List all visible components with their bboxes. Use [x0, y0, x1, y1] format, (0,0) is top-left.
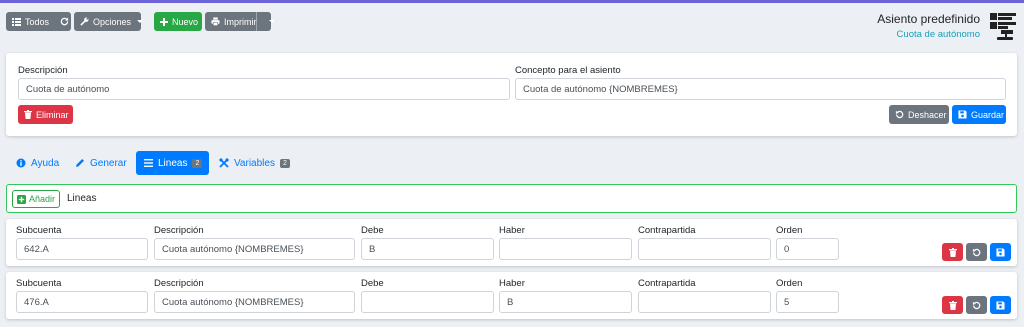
- order-label: Orden: [776, 225, 803, 236]
- list-icon: [12, 17, 21, 26]
- plus-icon: [160, 17, 168, 26]
- new-button-label: Nuevo: [172, 16, 199, 27]
- order-input[interactable]: 5: [776, 291, 839, 313]
- floppy-icon: [958, 110, 967, 119]
- wrench-icon: [80, 17, 89, 26]
- caret-down-icon: [137, 20, 144, 23]
- undo-line-button[interactable]: [966, 243, 987, 261]
- print-button-label: Imprimir: [224, 16, 257, 27]
- delete-button[interactable]: Eliminar: [18, 105, 73, 124]
- trash-icon: [24, 110, 32, 119]
- lines-header-bar: Añadir Lineas: [6, 184, 1017, 213]
- credit-label: Haber: [499, 225, 525, 236]
- concept-input[interactable]: Cuota de autónomo {NOMBREMES}: [515, 78, 1006, 100]
- page-subtitle: Cuota de autónomo: [896, 29, 980, 40]
- save-button[interactable]: Guardar: [952, 105, 1006, 124]
- plus-square-icon: [17, 194, 26, 204]
- tab-generate[interactable]: Generar: [67, 151, 135, 175]
- page-title: Asiento predefinido: [877, 12, 980, 26]
- credit-label: Haber: [499, 278, 525, 289]
- save-line-button[interactable]: [990, 296, 1011, 314]
- new-button[interactable]: Nuevo: [154, 12, 202, 31]
- tab-variables[interactable]: Variables 2: [211, 151, 298, 175]
- all-button[interactable]: Todos: [6, 12, 71, 31]
- top-accent-bar: [0, 0, 1024, 3]
- tab-help[interactable]: Ayuda: [8, 151, 67, 175]
- tab-help-label: Ayuda: [31, 157, 60, 169]
- undo-icon: [895, 110, 904, 119]
- line-description-label: Descripción: [154, 278, 204, 289]
- tab-lines-label: Lineas: [158, 157, 188, 169]
- tab-generate-label: Generar: [90, 157, 127, 169]
- list-lines-icon: [144, 159, 153, 167]
- floppy-icon: [996, 300, 1005, 310]
- info-icon: [16, 158, 26, 168]
- subaccount-label: Subcuenta: [16, 225, 62, 236]
- delete-line-button[interactable]: [942, 243, 963, 261]
- order-label: Orden: [776, 278, 803, 289]
- counterpart-label: Contrapartida: [638, 225, 696, 236]
- add-line-label: Añadir: [29, 194, 56, 204]
- debit-input[interactable]: [361, 291, 494, 313]
- line-description-input[interactable]: Cuota autónomo {NOMBREMES}: [154, 291, 355, 313]
- tab-lines[interactable]: Lineas 2: [136, 151, 209, 175]
- credit-input[interactable]: [499, 238, 632, 260]
- caret-down-icon: [268, 20, 275, 23]
- undo-icon: [972, 301, 981, 310]
- floppy-icon: [996, 247, 1005, 257]
- undo-icon: [972, 248, 981, 257]
- tab-variables-badge: 2: [279, 158, 290, 168]
- details-card: Descripción Cuota de autónomo Concepto p…: [6, 53, 1017, 136]
- subaccount-input[interactable]: 642.A: [16, 238, 148, 260]
- line-description-label: Descripción: [154, 225, 204, 236]
- counterpart-input[interactable]: [638, 238, 771, 260]
- trash-icon: [948, 300, 957, 310]
- refresh-icon[interactable]: [60, 17, 69, 26]
- counterpart-input[interactable]: [638, 291, 771, 313]
- order-input[interactable]: 0: [776, 238, 839, 260]
- subaccount-input[interactable]: 476.A: [16, 291, 148, 313]
- split-divider: [256, 12, 257, 31]
- subaccount-label: Subcuenta: [16, 278, 62, 289]
- pencil-icon: [75, 158, 85, 168]
- stamp-icon: [988, 11, 1018, 41]
- description-label: Descripción: [18, 65, 68, 76]
- options-dropdown-button[interactable]: Opciones: [74, 12, 144, 31]
- options-button-label: Opciones: [93, 16, 132, 27]
- undo-line-button[interactable]: [966, 296, 987, 314]
- concept-label: Concepto para el asiento: [515, 65, 621, 76]
- tools-icon: [219, 158, 229, 168]
- line-row: Subcuenta 642.A Descripción Cuota autóno…: [6, 219, 1017, 266]
- save-button-label: Guardar: [971, 109, 1005, 120]
- trash-icon: [948, 247, 957, 257]
- delete-button-label: Eliminar: [36, 109, 69, 120]
- line-description-input[interactable]: Cuota autónomo {NOMBREMES}: [154, 238, 355, 260]
- debit-label: Debe: [361, 225, 384, 236]
- tab-variables-label: Variables: [234, 157, 275, 169]
- printer-icon: [211, 17, 220, 26]
- credit-input[interactable]: B: [499, 291, 632, 313]
- save-line-button[interactable]: [990, 243, 1011, 261]
- line-row: Subcuenta 476.A Descripción Cuota autóno…: [6, 272, 1017, 319]
- debit-input[interactable]: B: [361, 238, 494, 260]
- delete-line-button[interactable]: [942, 296, 963, 314]
- undo-button-label: Deshacer: [908, 109, 947, 120]
- counterpart-label: Contrapartida: [638, 278, 696, 289]
- description-input[interactable]: Cuota de autónomo: [18, 78, 510, 100]
- debit-label: Debe: [361, 278, 384, 289]
- all-button-label: Todos: [25, 16, 50, 27]
- lines-title: Lineas: [67, 193, 97, 204]
- print-dropdown-button[interactable]: Imprimir: [205, 12, 275, 31]
- tab-lines-badge: 2: [192, 158, 203, 168]
- add-line-button[interactable]: Añadir: [12, 190, 61, 208]
- undo-button[interactable]: Deshacer: [889, 105, 949, 124]
